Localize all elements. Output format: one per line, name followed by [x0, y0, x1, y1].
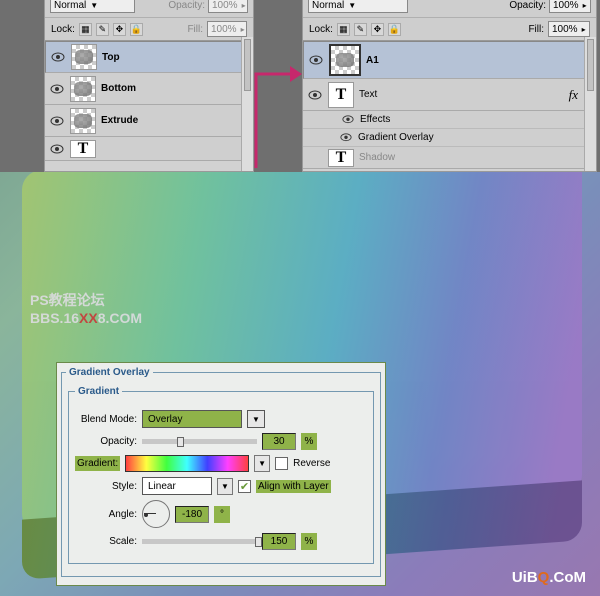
visibility-icon[interactable]	[341, 113, 355, 127]
layer-text-partial[interactable]: T	[45, 137, 253, 161]
effects-sublayer[interactable]: Effects	[303, 111, 596, 129]
gradov-label: Gradient Overlay	[358, 132, 434, 143]
layer-text[interactable]: T Text fx ▾	[303, 79, 596, 111]
blend-mode-label: Blend Mode:	[75, 414, 137, 425]
angle-input[interactable]: -180	[175, 506, 209, 523]
layer-thumb: T	[70, 140, 96, 158]
visibility-icon[interactable]	[339, 131, 353, 145]
angle-label: Angle:	[75, 509, 137, 520]
lock-transparency-icon[interactable]: ▦	[337, 23, 350, 36]
lock-all-icon[interactable]: 🔒	[130, 23, 143, 36]
layer-name: Top	[102, 52, 120, 63]
ps-forum-watermark: PS教程论坛 BBS.16XX8.COM	[30, 290, 142, 326]
lock-move-icon[interactable]: ✥	[371, 23, 384, 36]
layer-thumb: T	[328, 149, 354, 167]
layer-thumb	[70, 76, 96, 102]
opacity-slider[interactable]	[142, 439, 257, 444]
blend-mode-combo[interactable]: Overlay	[142, 410, 242, 428]
opacity-label: Opacity:	[509, 0, 546, 11]
visibility-icon[interactable]	[49, 81, 65, 97]
layer-a1[interactable]: A1	[303, 41, 596, 79]
opacity-value[interactable]: 100%▸	[208, 0, 248, 13]
layer-thumb	[70, 108, 96, 134]
fx-badge: fx	[569, 87, 578, 103]
fill-label: Fill:	[187, 24, 203, 35]
lock-label: Lock:	[51, 24, 75, 35]
reverse-checkbox[interactable]	[275, 457, 288, 470]
layers-panel-right: Normal▼ Opacity: 100%▸ Lock: ▦ ✎ ✥ 🔒 Fil…	[302, 0, 597, 172]
layer-name: Shadow	[359, 152, 395, 163]
gradient-overlay-dialog: Gradient Overlay Gradient Blend Mode: Ov…	[56, 362, 386, 586]
lock-transparency-icon[interactable]: ▦	[79, 23, 92, 36]
lock-move-icon[interactable]: ✥	[113, 23, 126, 36]
percent-label: %	[301, 433, 317, 450]
scrollbar[interactable]	[241, 37, 253, 171]
align-checkbox[interactable]: ✔	[238, 480, 251, 493]
effects-label: Effects	[360, 114, 390, 125]
scale-label: Scale:	[75, 536, 137, 547]
gradient-overlay-sublayer[interactable]: Gradient Overlay	[303, 129, 596, 147]
visibility-icon[interactable]	[49, 141, 65, 157]
layer-name: Extrude	[101, 115, 138, 126]
style-combo[interactable]: Linear	[142, 477, 212, 495]
fill-value[interactable]: 100%▸	[207, 21, 247, 37]
scale-slider[interactable]	[142, 539, 257, 544]
align-label: Align with Layer	[256, 480, 331, 493]
fill-label: Fill:	[528, 24, 544, 35]
style-label: Style:	[75, 481, 137, 492]
gradient-label: Gradient:	[75, 456, 120, 471]
visibility-icon[interactable]	[307, 87, 323, 103]
style-dropdown-button[interactable]: ▼	[217, 478, 233, 495]
layer-top[interactable]: Top	[45, 41, 253, 73]
angle-wheel[interactable]	[142, 500, 170, 528]
layer-bottom[interactable]: Bottom	[45, 73, 253, 105]
fill-value[interactable]: 100%▸	[548, 21, 590, 37]
percent-label: %	[301, 533, 317, 550]
gradient-dropdown-button[interactable]: ▼	[254, 455, 270, 472]
gradient-preview[interactable]	[125, 455, 249, 472]
blend-mode-select[interactable]: Normal▼	[308, 0, 408, 13]
dialog-title: Gradient Overlay	[66, 367, 153, 378]
visibility-icon[interactable]	[49, 113, 65, 129]
layer-shadow[interactable]: T Shadow	[303, 147, 596, 169]
layer-thumb	[71, 44, 97, 70]
layer-thumb: T	[328, 82, 354, 108]
layer-extrude[interactable]: Extrude	[45, 105, 253, 137]
layers-panel-left: Normal▼ Opacity: 100%▸ Lock: ▦ ✎ ✥ 🔒 Fil…	[44, 0, 254, 172]
arrow-indicator	[254, 60, 302, 170]
blend-mode-dropdown-button[interactable]: ▼	[247, 410, 265, 428]
lock-all-icon[interactable]: 🔒	[388, 23, 401, 36]
lock-label: Lock:	[309, 24, 333, 35]
layer-name: Text	[359, 89, 377, 100]
visibility-icon[interactable]	[50, 49, 66, 65]
layer-name: Bottom	[101, 83, 136, 94]
layer-thumb	[329, 44, 361, 76]
opacity-input[interactable]: 30	[262, 433, 296, 450]
opacity-label: Opacity:	[75, 436, 137, 447]
degree-label: °	[214, 506, 230, 523]
lock-paint-icon[interactable]: ✎	[354, 23, 367, 36]
visibility-icon[interactable]	[307, 150, 323, 166]
gradient-section-label: Gradient	[75, 386, 122, 397]
scale-input[interactable]: 150	[262, 533, 296, 550]
visibility-icon[interactable]	[308, 52, 324, 68]
layer-name: A1	[366, 55, 379, 66]
scrollbar[interactable]	[584, 37, 596, 171]
opacity-label: Opacity:	[168, 0, 205, 11]
lock-paint-icon[interactable]: ✎	[96, 23, 109, 36]
opacity-value[interactable]: 100%▸	[549, 0, 591, 13]
blend-mode-select[interactable]: Normal▼	[50, 0, 135, 13]
reverse-label: Reverse	[293, 458, 330, 469]
uibq-watermark: UiBQ.CoM	[512, 569, 586, 586]
